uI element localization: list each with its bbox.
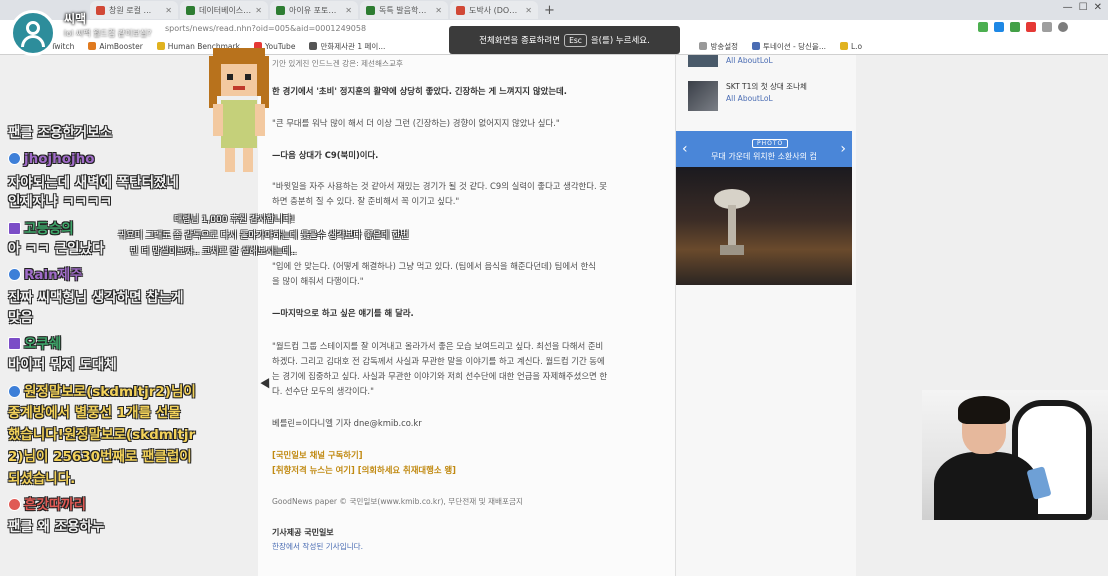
- article-line: —마지막으로 하고 싶은 얘기를 해 달라.: [272, 308, 414, 318]
- extension-icons: [978, 22, 1068, 32]
- chat-message: 맞음: [8, 310, 33, 326]
- tab-favicon-icon: [276, 5, 285, 15]
- twitch-badge-icon: [8, 337, 21, 350]
- article-line: "월드컵 그룹 스테이지를 잘 이겨내고 올라가서 좋은 모습 보여드리고 싶다…: [272, 341, 604, 351]
- chat-message: 바이퍼 뭐지 도대체: [8, 357, 117, 373]
- streamer-hair: [958, 396, 1010, 424]
- photo-gallery-header: ‹ PHOTO 무대 가운데 위치한 소환사의 컵 ›: [676, 131, 852, 167]
- minimize-icon[interactable]: —: [1063, 2, 1073, 13]
- article-line: 는 경기에 집중하고 싶다. 사실과 무관한 이야기와 저희 선수단에 대한 언…: [272, 371, 608, 381]
- donation-alert: 귀요미 그래도 좀 감독으로 다시 돌아가야하는데 웃을수 생각보다 좋은데 한…: [118, 231, 409, 241]
- article-note: 한장에서 작성된 기사입니다.: [272, 542, 364, 551]
- article-line: 다. 선수단 모두의 생각이다.": [272, 386, 374, 396]
- chat-username: 고등승의: [8, 220, 74, 238]
- extension-icon[interactable]: [1042, 22, 1052, 32]
- tab-close-icon[interactable]: ✕: [435, 6, 442, 15]
- tab-favicon-icon: [366, 5, 375, 15]
- sidebar-news-item[interactable]: SKT T1의 첫 상대 조나체 All AboutLoL: [688, 81, 807, 111]
- chat-username: 흔갓따까리: [8, 496, 86, 514]
- article-line: "바윗일을 자주 사용하는 것 같아서 재밌는 경기가 될 것 같다. C9의 …: [272, 181, 608, 191]
- copyright-text: GoodNews paper © 국민일보(www.kmib.co.kr), 무…: [272, 497, 523, 506]
- donation-message: 종계방에서 별풍선 1개를 선물: [8, 405, 181, 421]
- bookmark-manga[interactable]: 만화제사관 1 페이...: [309, 41, 385, 52]
- close-window-icon[interactable]: ✕: [1094, 2, 1102, 13]
- browser-tab[interactable]: 독특 발음학습기...✕: [360, 1, 448, 19]
- donation-message: 되셨습니다.: [8, 471, 76, 487]
- badge-icon: [8, 498, 21, 511]
- article-line: —다음 상대가 C9(북미)이다.: [272, 150, 379, 160]
- profile-icon[interactable]: [1058, 22, 1068, 32]
- stream-screen: 창원 로컬 ...✕ 데이터베이스코리아 검색✕ 아이유 포토폴 방문✕ 독특 …: [0, 0, 1108, 576]
- chat-message: 진짜 씨맥형님 생각하면 찹는게: [8, 290, 184, 306]
- window-controls: — ☐ ✕: [1063, 2, 1102, 13]
- article-line: 한 경기에서 '초비' 정지훈의 활약에 상당히 좋았다. 긴장하는 게 느껴지…: [272, 86, 567, 96]
- photo-caption[interactable]: 무대 가운데 위치한 소환사의 컵: [676, 151, 852, 162]
- tab-close-icon[interactable]: ✕: [525, 6, 532, 15]
- extension-icon[interactable]: [978, 22, 988, 32]
- article-line: "입에 안 맞는다. (어떻게 해결하나) 그냥 먹고 있다. (팀에서 음식을…: [272, 261, 596, 271]
- chat-message: 자야되는데 새벽에 폭탄터졌네: [8, 175, 179, 191]
- bookmark-lol[interactable]: L.o: [839, 42, 862, 51]
- toonation-icon: [752, 42, 761, 50]
- article-body: 기안 있게진 인드느겐 강은: 제선해스교후 한 경기에서 '초비' 정지훈의 …: [258, 55, 676, 576]
- chevron-right-icon[interactable]: ›: [840, 141, 846, 157]
- folder-icon: [839, 42, 848, 50]
- badge-icon: [8, 268, 21, 281]
- tab-close-icon[interactable]: ✕: [255, 6, 262, 15]
- chat-message: 인제자냐 ㅋㅋㅋㅋ: [8, 194, 113, 210]
- article-line: "큰 무대를 워낙 많이 해서 더 이상 그런 (긴장하는) 경향이 없어지지 …: [272, 118, 560, 128]
- donation-message: 했습니다!원정말보로(skdmltjr: [8, 427, 196, 443]
- bookmark-broadcast[interactable]: 방송설정: [699, 41, 738, 52]
- badge-icon: [8, 152, 21, 165]
- article-byline: 베를린=이다니엘 기자 dne@kmib.co.kr: [272, 418, 422, 428]
- streamer-body: [934, 452, 1038, 520]
- donation-alert: 민 더 망설이보자.. 코치로 잘 설해보시는데..: [130, 247, 297, 257]
- folder-icon: [699, 42, 708, 50]
- webcam-feed: [922, 390, 1108, 520]
- stream-chat: 팬클 조용한거보소 jhojhojho 자야되는데 새벽에 폭탄터졌네 인제자냐…: [0, 0, 240, 576]
- fullscreen-exit-notice: 전체화면을 종료하려면 Esc 을(를) 누르세요.: [449, 26, 680, 54]
- maximize-icon[interactable]: ☐: [1079, 2, 1088, 13]
- donation-message: 2)님이 25630번째로 팬클럽이: [8, 449, 192, 465]
- twitch-badge-icon: [8, 222, 21, 235]
- sidebar: All AboutLoL SKT T1의 첫 상대 조나체 All AboutLo…: [676, 55, 856, 576]
- article-line: 기안 있게진 인드느겐 강은: 제선해스교후: [272, 59, 403, 68]
- chat-message: 아 ㅋㅋ 큰일났다: [8, 241, 105, 257]
- photo-tag: PHOTO: [752, 139, 789, 148]
- star-balloon-icon: [8, 385, 21, 398]
- trophy-icon: [714, 189, 750, 255]
- chat-message: 팬클 왜 조용하누: [8, 519, 105, 535]
- donation-message: 원정말보로(skdmltjr2)님이: [8, 383, 196, 401]
- globe-icon: [309, 42, 318, 50]
- extension-icon[interactable]: [1026, 22, 1036, 32]
- extension-icon[interactable]: [1010, 22, 1020, 32]
- tab-favicon-icon: [456, 5, 465, 15]
- extension-icon[interactable]: [994, 22, 1004, 32]
- bookmark-toonation[interactable]: 투네이션 - 당신을...: [752, 41, 826, 52]
- tab-close-icon[interactable]: ✕: [345, 6, 352, 15]
- esc-key: Esc: [564, 33, 587, 47]
- donation-alert: 대령님 1,000 후원 감사합니다!: [174, 215, 295, 225]
- article-provider: 기사제공 국민일보: [272, 528, 334, 537]
- chat-username: Rain제주: [8, 266, 83, 284]
- article-line: 을 많이 해줘서 다행이다.": [272, 276, 364, 286]
- news-thumbnail: [688, 55, 718, 67]
- trophy-photo[interactable]: [676, 167, 852, 285]
- news-thumbnail: [688, 81, 718, 111]
- chat-username: 오쿠쉐: [8, 335, 61, 353]
- chat-username: jhojhojho: [8, 150, 95, 168]
- sidebar-news-item[interactable]: All AboutLoL: [688, 55, 773, 67]
- article-line: 하면 충분히 질 수 있다. 잘 준비해서 꼭 이기고 싶다.": [272, 196, 460, 206]
- browser-tab[interactable]: 도박사 (DOTAX) - Daum 카페✕: [450, 1, 538, 19]
- article-line: 하겠다. 그리고 김대호 전 감독께서 사실과 무관한 말을 이야기를 하고 계…: [272, 356, 605, 366]
- browser-tab[interactable]: 아이유 포토폴 방문✕: [270, 1, 358, 19]
- subscribe-link[interactable]: [국민일보 채널 구독하기]: [272, 448, 363, 462]
- new-tab-button[interactable]: +: [544, 3, 555, 18]
- chat-message: 팬클 조용한거보소: [8, 125, 113, 141]
- promo-link[interactable]: [취향저격 뉴스는 여기] [의회하세요 취재대행소 왱]: [272, 463, 456, 477]
